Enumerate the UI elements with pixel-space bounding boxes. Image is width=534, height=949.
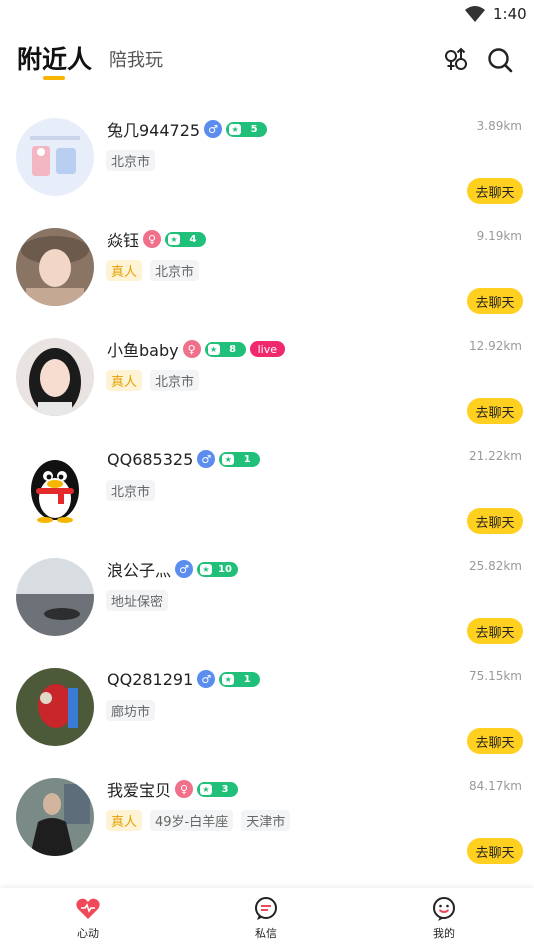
location-tag: 北京市	[150, 260, 200, 281]
level-badge: ★ 1	[219, 451, 261, 467]
nav-label: 我的	[433, 927, 455, 940]
nav-messages[interactable]: 私信	[236, 896, 296, 941]
user-name: 兔几944725	[107, 121, 201, 140]
avatar[interactable]	[16, 668, 94, 746]
age-zodiac-tag: 49岁-白羊座	[150, 810, 234, 831]
bottom-navigation: 心动 私信 我的	[0, 888, 534, 949]
verified-tag: 真人	[106, 810, 143, 831]
nav-label: 心动	[77, 927, 99, 940]
nav-label: 私信	[255, 927, 277, 940]
avatar[interactable]	[16, 558, 94, 636]
chat-button[interactable]: 去聊天	[467, 398, 523, 424]
top-header: 附近人 陪我玩	[0, 30, 534, 90]
distance: 9.19km	[476, 229, 522, 243]
wifi-icon	[465, 6, 485, 22]
distance: 84.17km	[469, 779, 522, 793]
male-gender-icon: ♂	[175, 560, 194, 578]
avatar[interactable]	[16, 228, 94, 306]
user-name: QQ685325	[107, 449, 194, 469]
level-badge: ★ 10	[197, 561, 239, 577]
list-item[interactable]: 我爱宝贝 ♀ ★ 3 真人 49岁-白羊座 天津市 84.17km 去聊天	[0, 760, 534, 870]
user-name: 浪公子灬	[107, 561, 172, 580]
user-name: 我爱宝贝	[107, 781, 172, 800]
tab-play-with-me[interactable]: 陪我玩	[109, 46, 163, 72]
distance: 25.82km	[469, 559, 522, 573]
verified-tag: 真人	[106, 260, 143, 281]
female-gender-icon: ♀	[182, 340, 201, 358]
heart-icon	[76, 898, 100, 919]
list-item[interactable]: 小鱼baby ♀ ★ 8 live 真人 北京市 12.92km 去聊天	[0, 320, 534, 430]
avatar-image	[16, 778, 94, 856]
status-time: 1:40	[493, 5, 527, 23]
chat-button[interactable]: 去聊天	[467, 618, 523, 644]
verified-tag: 真人	[106, 370, 143, 391]
search-icon[interactable]	[486, 46, 514, 74]
star-icon: ★	[207, 343, 220, 355]
message-icon	[255, 897, 277, 920]
star-icon: ★	[168, 233, 181, 245]
avatar[interactable]	[16, 448, 94, 526]
avatar[interactable]	[16, 338, 94, 416]
location-tag: 天津市	[241, 810, 291, 831]
avatar-image	[16, 338, 94, 416]
star-icon: ★	[200, 783, 213, 795]
nav-heartbeat[interactable]: 心动	[58, 896, 118, 941]
female-gender-icon: ♀	[175, 780, 194, 798]
nav-profile[interactable]: 我的	[414, 896, 474, 941]
list-item[interactable]: QQ281291 ♂ ★ 1 廊坊市 75.15km 去聊天	[0, 650, 534, 760]
distance: 3.89km	[476, 119, 522, 133]
female-gender-icon: ♀	[143, 230, 162, 248]
star-icon: ★	[200, 563, 213, 575]
chat-button[interactable]: 去聊天	[467, 178, 523, 204]
tab-active-indicator	[43, 76, 65, 80]
avatar[interactable]	[16, 118, 94, 196]
chat-button[interactable]: 去聊天	[467, 508, 523, 534]
avatar-image	[16, 668, 94, 746]
level-badge: ★ 5	[226, 121, 268, 137]
user-name: 焱钰	[107, 231, 140, 250]
list-item[interactable]: 兔几944725 ♂ ★ 5 北京市 3.89km 去聊天	[0, 100, 534, 210]
level-badge: ★ 3	[197, 781, 239, 797]
location-tag: 北京市	[150, 370, 200, 391]
location-tag: 北京市	[106, 480, 156, 501]
user-name: 小鱼baby	[107, 341, 179, 360]
distance: 75.15km	[469, 669, 522, 683]
star-icon: ★	[229, 123, 242, 135]
star-icon: ★	[222, 673, 235, 685]
avatar[interactable]	[16, 778, 94, 856]
location-tag: 地址保密	[106, 590, 169, 611]
profile-icon	[433, 897, 455, 921]
level-badge: ★ 8	[204, 341, 246, 357]
male-gender-icon: ♂	[204, 120, 223, 138]
chat-button[interactable]: 去聊天	[467, 838, 523, 864]
avatar-image	[16, 118, 94, 196]
tab-nearby[interactable]: 附近人	[17, 40, 92, 76]
distance: 12.92km	[469, 339, 522, 353]
level-badge: ★ 1	[219, 671, 261, 687]
list-item[interactable]: QQ685325 ♂ ★ 1 北京市 21.22km 去聊天	[0, 430, 534, 540]
avatar-image	[16, 558, 94, 636]
distance: 21.22km	[469, 449, 522, 463]
penguin-avatar-icon	[16, 448, 94, 526]
level-badge: ★ 4	[165, 231, 207, 247]
chat-button[interactable]: 去聊天	[467, 288, 523, 314]
location-tag: 北京市	[106, 150, 156, 171]
chat-button[interactable]: 去聊天	[467, 728, 523, 754]
list-item[interactable]: 焱钰 ♀ ★ 4 真人 北京市 9.19km 去聊天	[0, 210, 534, 320]
avatar-image	[16, 228, 94, 306]
user-name: QQ281291	[107, 669, 194, 689]
live-badge[interactable]: live	[249, 341, 285, 357]
male-gender-icon: ♂	[197, 450, 216, 468]
star-icon: ★	[222, 453, 235, 465]
list-item[interactable]: 浪公子灬 ♂ ★ 10 地址保密 25.82km 去聊天	[0, 540, 534, 650]
location-tag: 廊坊市	[106, 700, 156, 721]
male-gender-icon: ♂	[197, 670, 216, 688]
status-bar: 1:40	[0, 0, 534, 30]
gender-filter-icon[interactable]	[442, 46, 470, 74]
